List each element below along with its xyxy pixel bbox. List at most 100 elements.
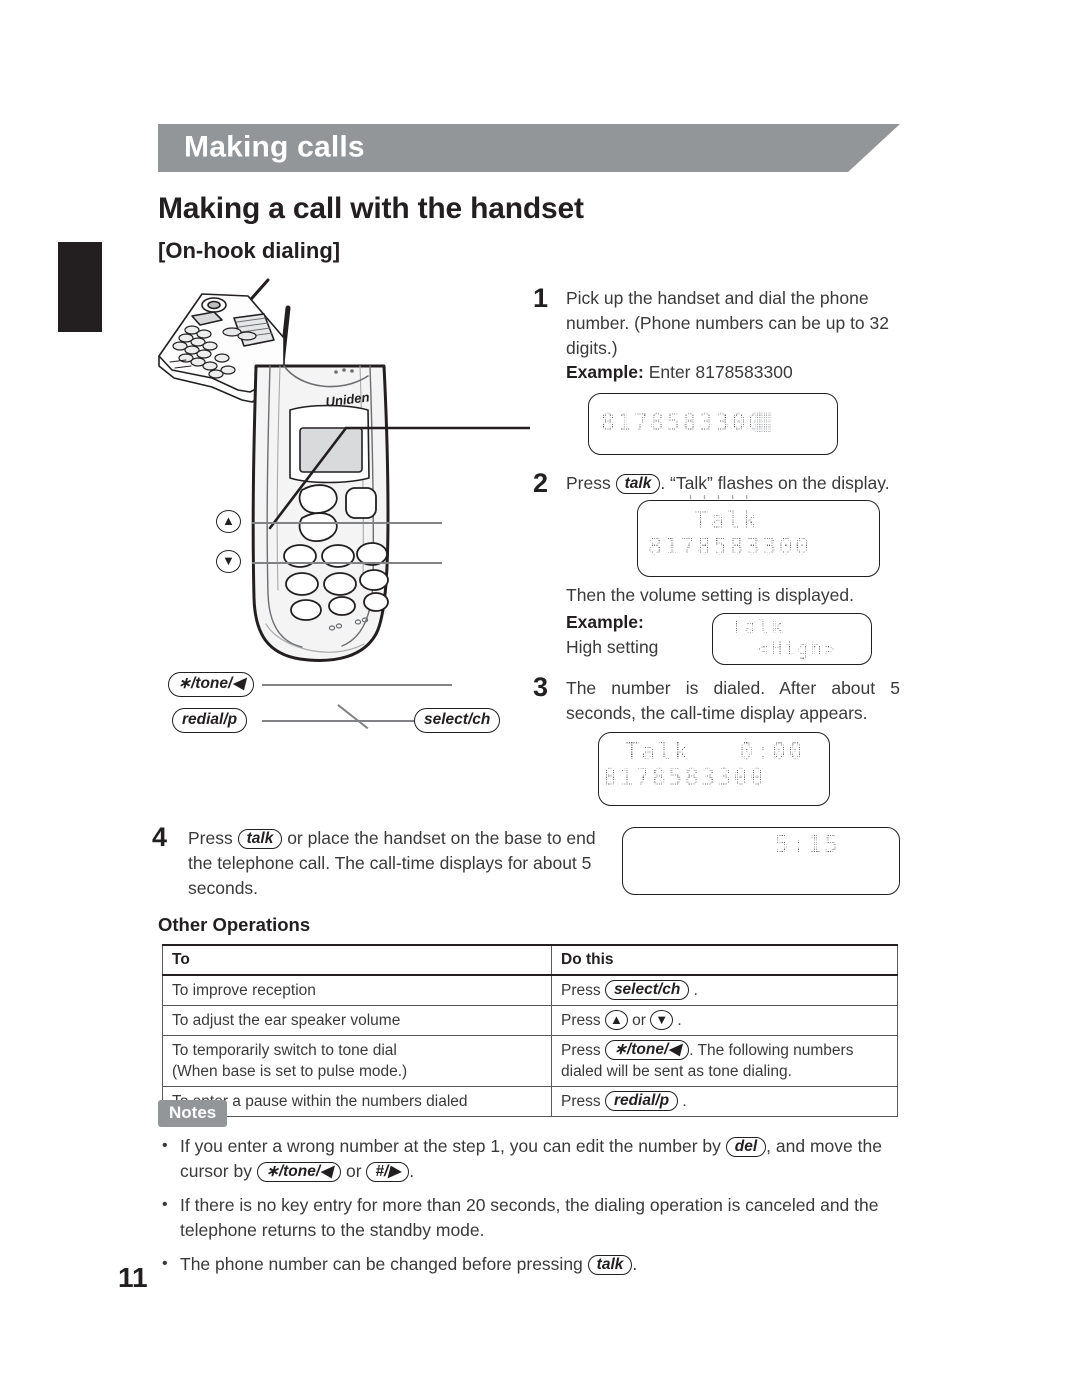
table-row: To enter a pause within the numbers dial… bbox=[162, 1086, 898, 1117]
row-5-do: Press redial/p . bbox=[551, 1086, 898, 1117]
key-up-arrow-row2[interactable]: ▲ bbox=[604, 1010, 628, 1030]
lcd-step-3: Talk 0:00 8178583300 bbox=[598, 732, 830, 806]
row-2-press: Press bbox=[561, 1012, 601, 1029]
step-3-number: 3 bbox=[533, 672, 549, 702]
row-2-to: To adjust the ear speaker volume bbox=[162, 1005, 552, 1036]
page-title: Making a call with the handset bbox=[158, 192, 584, 225]
step-2-followup: Then the volume setting is displayed. bbox=[566, 585, 854, 605]
lcd-step-2-flash-right: ˗ bbox=[762, 507, 774, 529]
lcd-step-4-line1: 5:15 bbox=[775, 832, 841, 858]
lcd-step-4: 5:15 bbox=[622, 827, 900, 895]
note-item: • The phone number can be changed before… bbox=[158, 1252, 918, 1277]
other-operations-title: Other Operations bbox=[158, 914, 311, 935]
edge-tab-marker bbox=[58, 242, 102, 332]
leader-up-arrow bbox=[252, 522, 442, 524]
key-hash-right-note[interactable]: #/▶ bbox=[366, 1162, 410, 1182]
table-header-row: To Do this bbox=[162, 944, 898, 976]
lcd-volume: Talk <High> bbox=[712, 613, 872, 665]
row-3-to: To temporarily switch to tone dial bbox=[162, 1035, 552, 1061]
page-subtitle: [On-hook dialing] bbox=[158, 238, 341, 263]
row-1-press: Press bbox=[561, 982, 601, 999]
bullet-icon: • bbox=[162, 1255, 168, 1272]
step-4-press-word: Press bbox=[188, 828, 233, 848]
table-header-do-this: Do this bbox=[551, 944, 898, 976]
step-4-number: 4 bbox=[152, 822, 168, 852]
note-3-part1: The phone number can be changed before p… bbox=[180, 1254, 583, 1274]
note-1-part3: or bbox=[345, 1161, 362, 1181]
lcd-volume-line2: <High> bbox=[757, 638, 838, 660]
row-4-to: (When base is set to pulse mode.) bbox=[162, 1061, 552, 1087]
table-row: (When base is set to pulse mode.) dialed… bbox=[162, 1061, 898, 1087]
key-talk-step2[interactable]: talk bbox=[615, 474, 661, 494]
lcd-step-3-line1: Talk 0:00 bbox=[625, 739, 805, 765]
step-2-example-block: Example: High setting bbox=[566, 610, 726, 660]
row-2-period: . bbox=[677, 1012, 682, 1029]
step-1-example-text: Enter 8178583300 bbox=[648, 362, 793, 382]
lcd-step-4-dotmask bbox=[623, 828, 899, 894]
table-row: To adjust the ear speaker volume Press ▲… bbox=[162, 1005, 898, 1036]
note-1-part4: . bbox=[409, 1161, 415, 1181]
page-number: 11 bbox=[118, 1262, 148, 1293]
row-3-tail: . The following numbers bbox=[689, 1042, 854, 1059]
step-1-number: 1 bbox=[533, 283, 549, 313]
manual-page: Making calls Making a call with the hand… bbox=[0, 0, 1080, 1386]
key-talk-step4[interactable]: talk bbox=[237, 829, 283, 849]
other-operations-table: To Do this To improve reception Press se… bbox=[162, 944, 898, 1117]
note-1-part1: If you enter a wrong number at the step … bbox=[180, 1136, 721, 1156]
callout-up-arrow: ▲ bbox=[216, 510, 241, 533]
key-redial-p-row5[interactable]: redial/p bbox=[604, 1091, 679, 1111]
callout-tone-left: ∗/tone/◀ bbox=[168, 672, 255, 697]
note-item: • If you enter a wrong number at the ste… bbox=[158, 1134, 918, 1184]
key-talk-note[interactable]: talk bbox=[587, 1255, 633, 1275]
row-4-do: dialed will be sent as tone dialing. bbox=[551, 1061, 898, 1087]
row-3-press: Press bbox=[561, 1042, 601, 1059]
key-tone-left-row3[interactable]: ∗/tone/◀ bbox=[604, 1040, 690, 1060]
lcd-volume-line1: Talk bbox=[731, 616, 785, 638]
step-3-text: The number is dialed. After about 5 seco… bbox=[566, 678, 900, 723]
key-select-ch-row1[interactable]: select/ch bbox=[604, 980, 690, 1000]
lcd-step-2-line2: 8178583300 bbox=[648, 534, 812, 560]
step-1-example: Example: Enter 8178583300 bbox=[566, 360, 900, 385]
step-1-example-label: Example: bbox=[566, 362, 644, 382]
row-2-do: Press ▲ or ▼ . bbox=[551, 1005, 898, 1036]
lcd-step-1-cursor bbox=[755, 411, 771, 433]
leader-down-arrow bbox=[252, 562, 442, 564]
row-1-to: To improve reception bbox=[162, 974, 552, 1006]
lcd-step-1: 8178583300 bbox=[588, 393, 838, 455]
step-2-text-after: . “Talk” flashes on the display. bbox=[660, 473, 890, 493]
step-2-number: 2 bbox=[533, 468, 549, 498]
step-1-text: Pick up the handset and dial the phone n… bbox=[566, 288, 889, 358]
callout-select-channel: select/ch bbox=[414, 708, 501, 733]
step-2-example-label: Example: bbox=[566, 612, 644, 632]
table-row: To improve reception Press select/ch . bbox=[162, 974, 898, 1006]
row-1-do: Press select/ch . bbox=[551, 974, 898, 1006]
lcd-step-2: ''''' ˗ ˗ Talk 8178583300 bbox=[637, 492, 880, 577]
lcd-step-2-flash-left: ˗ bbox=[678, 507, 690, 529]
callout-down-arrow: ▼ bbox=[216, 550, 241, 573]
table-header-to: To bbox=[162, 944, 552, 976]
row-5-press: Press bbox=[561, 1093, 601, 1110]
lcd-step-3-line2: 8178583300 bbox=[603, 765, 767, 791]
notes-badge: Notes bbox=[158, 1100, 228, 1127]
leader-select-ch bbox=[352, 720, 420, 722]
callout-redial-pause: redial/p bbox=[172, 708, 248, 733]
chapter-banner-title: Making calls bbox=[184, 130, 365, 164]
row-2-or: or bbox=[632, 1012, 646, 1029]
note-2-text: If there is no key entry for more than 2… bbox=[180, 1195, 879, 1240]
notes-list: • If you enter a wrong number at the ste… bbox=[158, 1134, 918, 1286]
key-tone-left-note[interactable]: ∗/tone/◀ bbox=[256, 1162, 342, 1182]
lcd-step-1-line1: 8178583300 bbox=[601, 410, 765, 436]
step-2-press-word: Press bbox=[566, 473, 611, 493]
bullet-icon: • bbox=[162, 1196, 168, 1213]
row-1-period: . bbox=[693, 982, 698, 999]
row-5-period: . bbox=[682, 1093, 687, 1110]
chapter-banner: Making calls bbox=[158, 124, 900, 172]
lcd-step-2-line1: Talk bbox=[694, 508, 760, 534]
step-4-text: Press talk or place the handset on the b… bbox=[188, 826, 603, 901]
key-down-arrow-row2[interactable]: ▼ bbox=[650, 1010, 674, 1030]
table-row: To temporarily switch to tone dial Press… bbox=[162, 1035, 898, 1061]
note-item: • If there is no key entry for more than… bbox=[158, 1193, 918, 1243]
row-3-do: Press ∗/tone/◀. The following numbers bbox=[551, 1035, 898, 1061]
key-del[interactable]: del bbox=[725, 1137, 767, 1157]
step-2-example-sub: High setting bbox=[566, 637, 659, 657]
